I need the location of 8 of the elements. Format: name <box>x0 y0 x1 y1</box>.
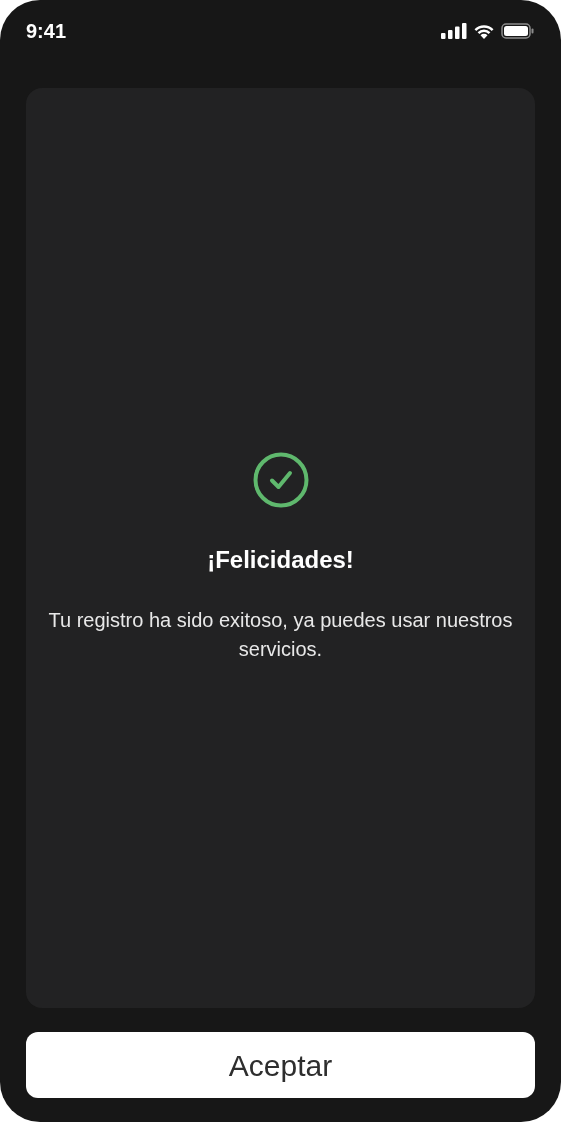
accept-button[interactable]: Aceptar <box>26 1032 535 1098</box>
success-message: Tu registro ha sido exitoso, ya puedes usar nuestros servicios. <box>47 608 514 662</box>
check-circle-icon <box>252 452 309 508</box>
battery-icon <box>501 23 535 39</box>
wifi-icon <box>473 23 495 39</box>
status-time: 9:41 <box>26 19 67 44</box>
success-title: ¡Felicidades! <box>207 545 354 575</box>
signal-icon <box>441 23 467 39</box>
